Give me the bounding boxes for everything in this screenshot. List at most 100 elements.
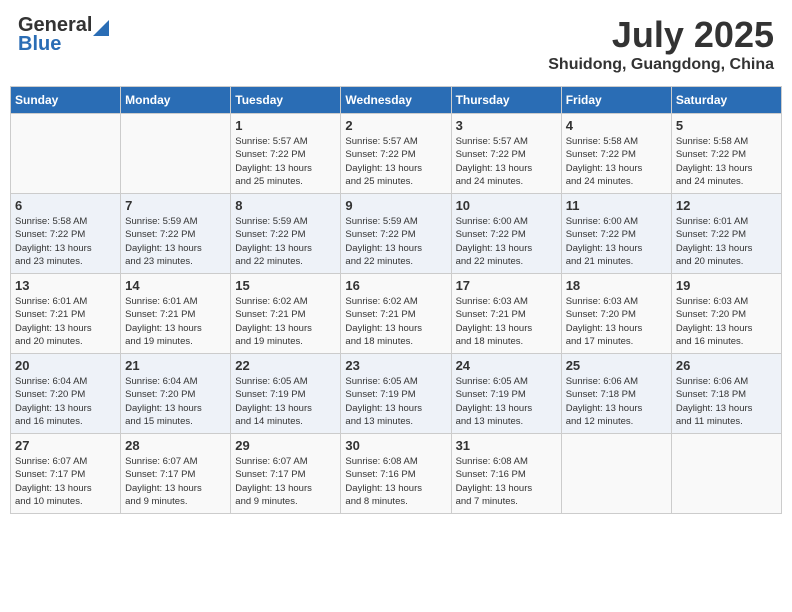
day-info: Sunrise: 6:06 AM Sunset: 7:18 PM Dayligh… <box>676 375 777 428</box>
calendar-cell: 20 Sunrise: 6:04 AM Sunset: 7:20 PM Dayli… <box>11 354 121 434</box>
weekday-header-thursday: Thursday <box>451 87 561 114</box>
calendar-cell <box>671 434 781 514</box>
day-info: Sunrise: 6:07 AM Sunset: 7:17 PM Dayligh… <box>235 455 336 508</box>
calendar-cell <box>121 114 231 194</box>
day-info: Sunrise: 5:59 AM Sunset: 7:22 PM Dayligh… <box>345 215 446 268</box>
calendar-cell: 5 Sunrise: 5:58 AM Sunset: 7:22 PM Daylig… <box>671 114 781 194</box>
weekday-header-friday: Friday <box>561 87 671 114</box>
calendar-cell: 11 Sunrise: 6:00 AM Sunset: 7:22 PM Dayli… <box>561 194 671 274</box>
weekday-header-wednesday: Wednesday <box>341 87 451 114</box>
day-info: Sunrise: 5:57 AM Sunset: 7:22 PM Dayligh… <box>345 135 446 188</box>
day-number: 29 <box>235 438 336 453</box>
logo: General Blue <box>18 14 110 56</box>
weekday-header-row: SundayMondayTuesdayWednesdayThursdayFrid… <box>11 87 782 114</box>
day-number: 10 <box>456 198 557 213</box>
day-number: 14 <box>125 278 226 293</box>
day-number: 21 <box>125 358 226 373</box>
day-number: 17 <box>456 278 557 293</box>
week-row-4: 20 Sunrise: 6:04 AM Sunset: 7:20 PM Dayli… <box>11 354 782 434</box>
day-number: 5 <box>676 118 777 133</box>
day-info: Sunrise: 6:01 AM Sunset: 7:21 PM Dayligh… <box>125 295 226 348</box>
day-info: Sunrise: 6:03 AM Sunset: 7:20 PM Dayligh… <box>566 295 667 348</box>
day-info: Sunrise: 6:03 AM Sunset: 7:20 PM Dayligh… <box>676 295 777 348</box>
day-number: 9 <box>345 198 446 213</box>
calendar-cell: 26 Sunrise: 6:06 AM Sunset: 7:18 PM Dayli… <box>671 354 781 434</box>
day-number: 16 <box>345 278 446 293</box>
calendar-cell: 13Sunrise: 6:01 AM Sunset: 7:21 PM Dayli… <box>11 274 121 354</box>
day-number: 20 <box>15 358 116 373</box>
calendar-cell <box>11 114 121 194</box>
day-info: Sunrise: 5:58 AM Sunset: 7:22 PM Dayligh… <box>566 135 667 188</box>
day-number: 26 <box>676 358 777 373</box>
day-number: 6 <box>15 198 116 213</box>
calendar-cell: 29 Sunrise: 6:07 AM Sunset: 7:17 PM Dayli… <box>231 434 341 514</box>
day-info: Sunrise: 5:58 AM Sunset: 7:22 PM Dayligh… <box>15 215 116 268</box>
day-number: 2 <box>345 118 446 133</box>
day-number: 12 <box>676 198 777 213</box>
calendar-cell: 14 Sunrise: 6:01 AM Sunset: 7:21 PM Dayli… <box>121 274 231 354</box>
calendar-cell: 1 Sunrise: 5:57 AM Sunset: 7:22 PM Daylig… <box>231 114 341 194</box>
day-info: Sunrise: 6:08 AM Sunset: 7:16 PM Dayligh… <box>456 455 557 508</box>
calendar-cell: 23Sunrise: 6:05 AM Sunset: 7:19 PM Dayli… <box>341 354 451 434</box>
calendar-cell: 24Sunrise: 6:05 AM Sunset: 7:19 PM Dayli… <box>451 354 561 434</box>
day-number: 30 <box>345 438 446 453</box>
weekday-header-saturday: Saturday <box>671 87 781 114</box>
day-number: 13 <box>15 278 116 293</box>
week-row-2: 6 Sunrise: 5:58 AM Sunset: 7:22 PM Daylig… <box>11 194 782 274</box>
calendar-cell: 31 Sunrise: 6:08 AM Sunset: 7:16 PM Dayli… <box>451 434 561 514</box>
calendar-cell: 25 Sunrise: 6:06 AM Sunset: 7:18 PM Dayli… <box>561 354 671 434</box>
day-number: 24 <box>456 358 557 373</box>
day-info: Sunrise: 5:57 AM Sunset: 7:22 PM Dayligh… <box>235 135 336 188</box>
calendar-cell: 22 Sunrise: 6:05 AM Sunset: 7:19 PM Dayli… <box>231 354 341 434</box>
calendar-cell: 16Sunrise: 6:02 AM Sunset: 7:21 PM Dayli… <box>341 274 451 354</box>
day-info: Sunrise: 6:01 AM Sunset: 7:22 PM Dayligh… <box>676 215 777 268</box>
calendar-cell <box>561 434 671 514</box>
day-info: Sunrise: 5:57 AM Sunset: 7:22 PM Dayligh… <box>456 135 557 188</box>
day-number: 8 <box>235 198 336 213</box>
calendar-cell: 2 Sunrise: 5:57 AM Sunset: 7:22 PM Daylig… <box>341 114 451 194</box>
day-info: Sunrise: 5:59 AM Sunset: 7:22 PM Dayligh… <box>125 215 226 268</box>
calendar-cell: 9 Sunrise: 5:59 AM Sunset: 7:22 PM Daylig… <box>341 194 451 274</box>
week-row-1: 1 Sunrise: 5:57 AM Sunset: 7:22 PM Daylig… <box>11 114 782 194</box>
week-row-5: 27 Sunrise: 6:07 AM Sunset: 7:17 PM Dayli… <box>11 434 782 514</box>
day-number: 15 <box>235 278 336 293</box>
day-number: 18 <box>566 278 667 293</box>
calendar-table: SundayMondayTuesdayWednesdayThursdayFrid… <box>10 86 782 514</box>
calendar-cell: 27 Sunrise: 6:07 AM Sunset: 7:17 PM Dayli… <box>11 434 121 514</box>
day-info: Sunrise: 6:05 AM Sunset: 7:19 PM Dayligh… <box>345 375 446 428</box>
calendar-cell: 19 Sunrise: 6:03 AM Sunset: 7:20 PM Dayli… <box>671 274 781 354</box>
day-number: 4 <box>566 118 667 133</box>
day-info: Sunrise: 6:07 AM Sunset: 7:17 PM Dayligh… <box>125 455 226 508</box>
calendar-cell: 7Sunrise: 5:59 AM Sunset: 7:22 PM Daylig… <box>121 194 231 274</box>
day-number: 11 <box>566 198 667 213</box>
day-info: Sunrise: 6:02 AM Sunset: 7:21 PM Dayligh… <box>235 295 336 348</box>
weekday-header-sunday: Sunday <box>11 87 121 114</box>
day-info: Sunrise: 5:58 AM Sunset: 7:22 PM Dayligh… <box>676 135 777 188</box>
day-number: 22 <box>235 358 336 373</box>
calendar-cell: 4 Sunrise: 5:58 AM Sunset: 7:22 PM Daylig… <box>561 114 671 194</box>
logo-triangle-icon <box>93 16 109 36</box>
day-number: 31 <box>456 438 557 453</box>
day-info: Sunrise: 5:59 AM Sunset: 7:22 PM Dayligh… <box>235 215 336 268</box>
day-info: Sunrise: 6:00 AM Sunset: 7:22 PM Dayligh… <box>566 215 667 268</box>
day-number: 1 <box>235 118 336 133</box>
day-info: Sunrise: 6:06 AM Sunset: 7:18 PM Dayligh… <box>566 375 667 428</box>
day-number: 25 <box>566 358 667 373</box>
day-info: Sunrise: 6:03 AM Sunset: 7:21 PM Dayligh… <box>456 295 557 348</box>
day-info: Sunrise: 6:07 AM Sunset: 7:17 PM Dayligh… <box>15 455 116 508</box>
calendar-cell: 6 Sunrise: 5:58 AM Sunset: 7:22 PM Daylig… <box>11 194 121 274</box>
title-section: July 2025 Shuidong, Guangdong, China <box>548 14 774 74</box>
calendar-cell: 15 Sunrise: 6:02 AM Sunset: 7:21 PM Dayli… <box>231 274 341 354</box>
page-header: General Blue July 2025 Shuidong, Guangdo… <box>10 10 782 78</box>
day-number: 27 <box>15 438 116 453</box>
week-row-3: 13 Sunrise: 6:01 AM Sunset: 7:21 PM Dayli… <box>11 274 782 354</box>
calendar-cell: 30Sunrise: 6:08 AM Sunset: 7:16 PM Dayli… <box>341 434 451 514</box>
day-info: Sunrise: 6:04 AM Sunset: 7:20 PM Dayligh… <box>15 375 116 428</box>
weekday-header-tuesday: Tuesday <box>231 87 341 114</box>
calendar-cell: 8 Sunrise: 5:59 AM Sunset: 7:22 PM Daylig… <box>231 194 341 274</box>
calendar-cell: 21Sunrise: 6:04 AM Sunset: 7:20 PM Dayli… <box>121 354 231 434</box>
calendar-cell: 17 Sunrise: 6:03 AM Sunset: 7:21 PM Dayli… <box>451 274 561 354</box>
day-info: Sunrise: 6:05 AM Sunset: 7:19 PM Dayligh… <box>235 375 336 428</box>
day-number: 19 <box>676 278 777 293</box>
day-number: 28 <box>125 438 226 453</box>
